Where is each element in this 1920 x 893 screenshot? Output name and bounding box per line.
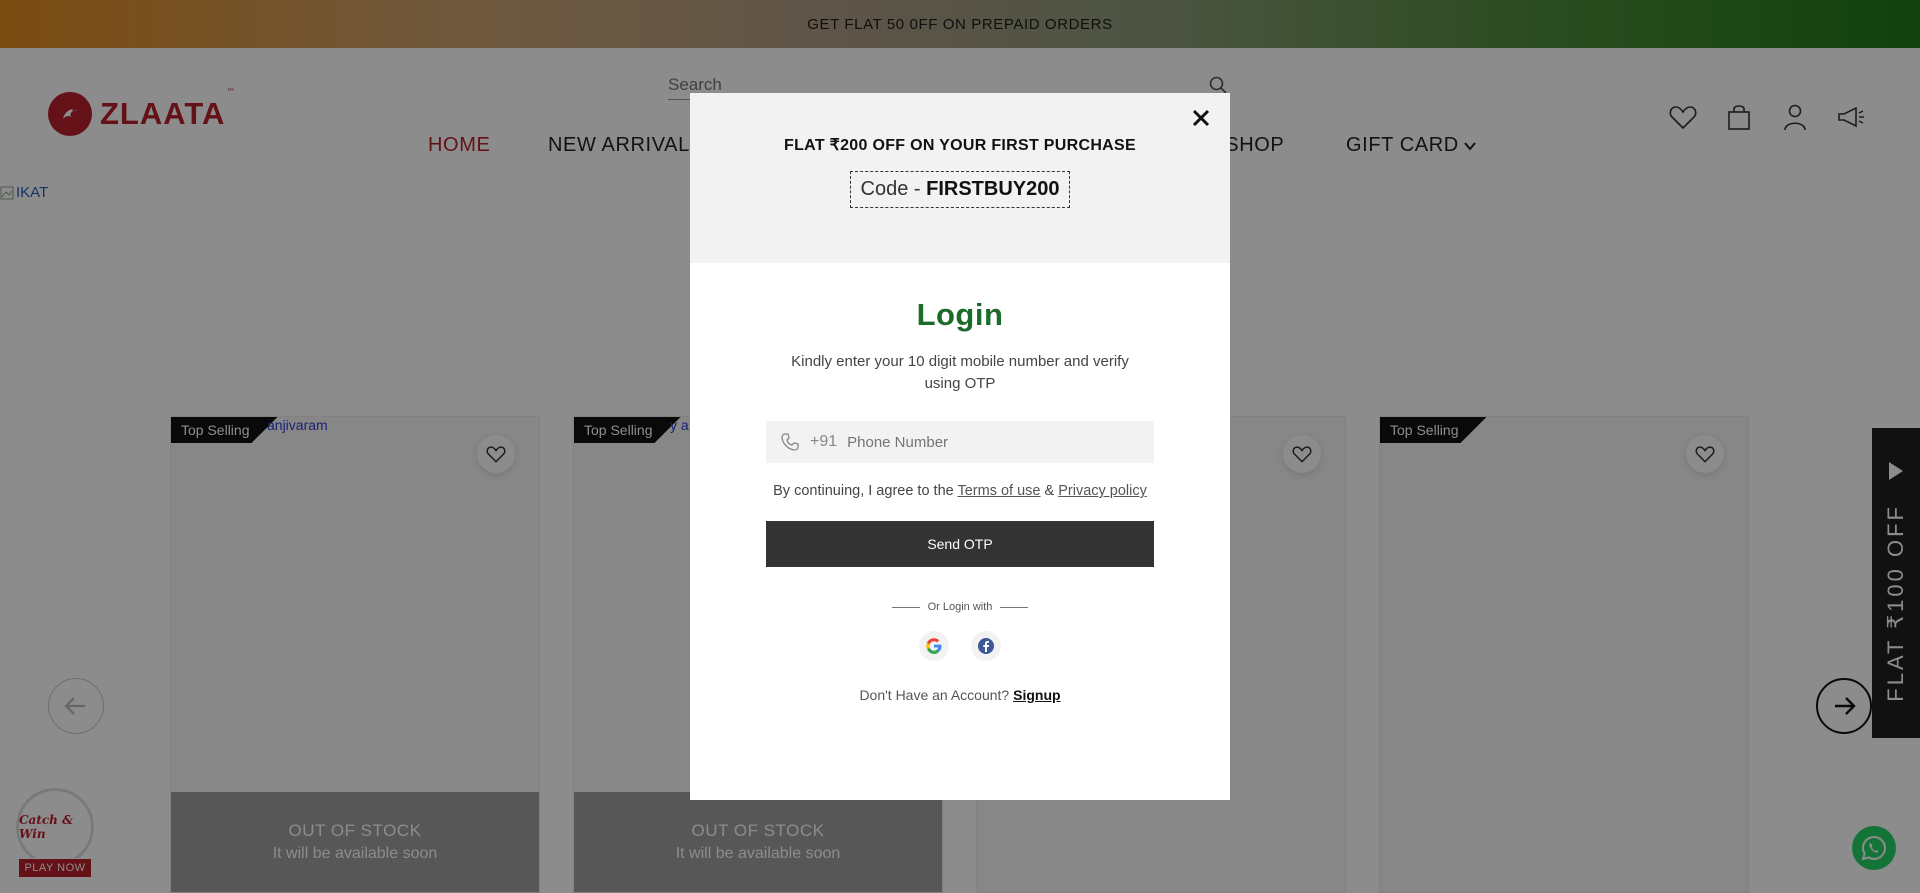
terms-of-use-link[interactable]: Terms of use xyxy=(957,483,1040,499)
signup-prefix: Don't Have an Account? xyxy=(859,687,1014,703)
phone-field[interactable]: +91 xyxy=(766,421,1154,463)
login-form: Login Kindly enter your 10 digit mobile … xyxy=(690,263,1230,703)
promo-header: FLAT ₹200 OFF ON YOUR FIRST PURCHASE Cod… xyxy=(690,93,1230,263)
social-login xyxy=(919,631,1001,661)
google-icon[interactable] xyxy=(919,631,949,661)
facebook-icon[interactable] xyxy=(971,631,1001,661)
coupon-code-value: FIRSTBUY200 xyxy=(926,178,1060,200)
country-code: +91 xyxy=(810,433,838,450)
privacy-policy-link[interactable]: Privacy policy xyxy=(1058,483,1147,499)
phone-icon xyxy=(781,433,799,451)
or-login-with-text: Or Login with xyxy=(927,601,993,613)
coupon-code-box: Code - FIRSTBUY200 xyxy=(849,171,1071,208)
divider-line xyxy=(1000,606,1029,608)
or-divider: Or Login with xyxy=(891,601,1029,613)
promo-text: FLAT ₹200 OFF ON YOUR FIRST PURCHASE xyxy=(784,137,1136,154)
phone-number-input[interactable] xyxy=(847,433,1128,451)
agree-prefix: By continuing, I agree to the xyxy=(773,483,958,499)
signup-prompt: Don't Have an Account? Signup xyxy=(859,687,1060,703)
coupon-code-prefix: Code - xyxy=(860,178,927,200)
login-subtitle: Kindly enter your 10 digit mobile number… xyxy=(791,353,1129,392)
send-otp-button[interactable]: Send OTP xyxy=(766,521,1154,567)
signup-link[interactable]: Signup xyxy=(1013,687,1060,703)
terms-agreement: By continuing, I agree to the Terms of u… xyxy=(773,483,1147,499)
close-icon[interactable] xyxy=(1186,103,1216,133)
divider-line xyxy=(891,606,920,608)
login-modal: FLAT ₹200 OFF ON YOUR FIRST PURCHASE Cod… xyxy=(690,93,1230,800)
login-title: Login xyxy=(916,297,1004,332)
agree-and: & xyxy=(1040,483,1059,499)
